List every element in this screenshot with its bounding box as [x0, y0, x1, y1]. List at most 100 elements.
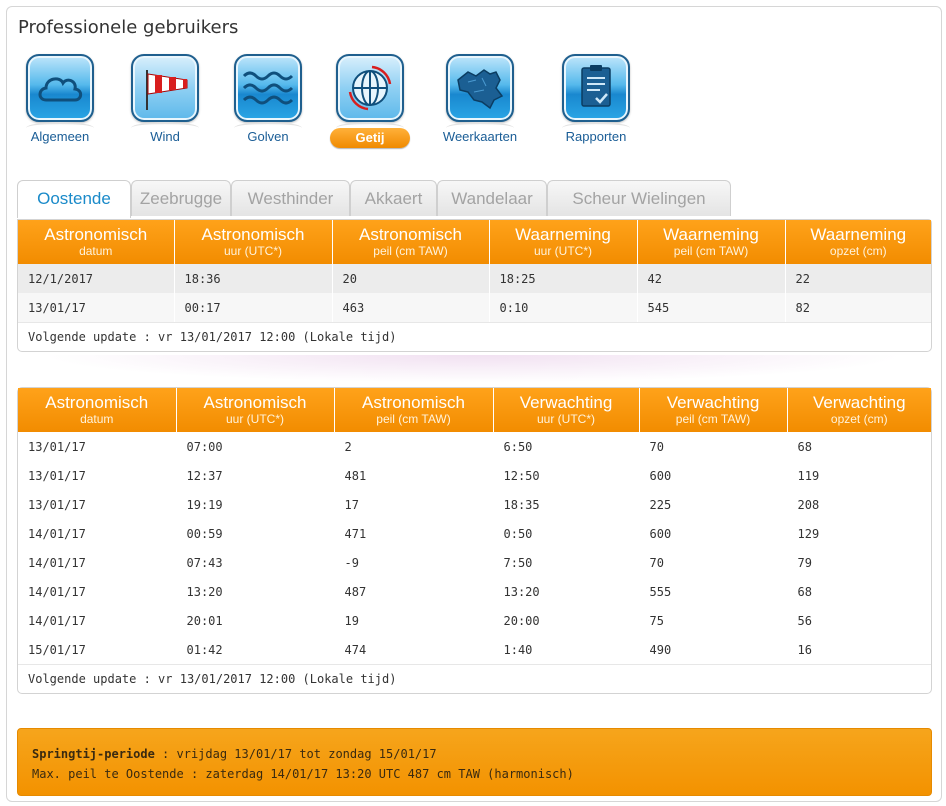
observations-table: Astronomisch datum Astronomisch uur (UTC*)… [18, 220, 931, 322]
springtide-period-line: Springtij-periode : vrijdag 13/01/17 tot… [32, 744, 931, 764]
column-header: Astronomisch datum [18, 220, 174, 264]
table-cell: 14/01/17 [28, 584, 86, 599]
column-header: Astronomisch peil (cm TAW) [333, 388, 493, 432]
springtide-label: Springtij-periode [32, 747, 155, 761]
nav-label: Rapporten [565, 129, 627, 144]
table-cell: 42 [636, 264, 785, 293]
table-row: 13/01/17 07:00 2 6:50 70 68 [18, 432, 931, 461]
tab-scheur-wielingen[interactable]: Scheur Wielingen [547, 180, 731, 216]
page-title: Professionele gebruikers [18, 17, 239, 38]
nav-item-wind[interactable]: Wind [113, 52, 217, 150]
table-row: 13/01/17 19:19 17 18:35 225 208 [18, 490, 931, 519]
nav-label: Weerkaarten [442, 129, 518, 144]
table-cell: 12/1/2017 [18, 264, 174, 293]
table-cell: 13/01/17 [28, 439, 86, 454]
tab-zeebrugge[interactable]: Zeebrugge [131, 180, 231, 216]
springtide-period: : vrijdag 13/01/17 tot zondag 15/01/17 [154, 747, 437, 761]
table-cell: 20:00 [492, 606, 639, 635]
table-cell: 75 [638, 606, 787, 635]
table-cell: 70 [638, 548, 787, 577]
section-divider [40, 355, 906, 383]
table-cell: 0:10 [488, 293, 637, 322]
category-nav: Algemeen Wind Golven Getij Weerkaarten R [0, 52, 946, 152]
column-header: Astronomisch datum [18, 388, 176, 432]
nav-item-rapporten[interactable]: Rapporten [544, 52, 648, 150]
nav-item-algemeen[interactable]: Algemeen [8, 52, 112, 150]
table-cell: -9 [333, 548, 493, 577]
tab-wandelaar[interactable]: Wandelaar [437, 180, 547, 216]
table-cell: 1:40 [492, 635, 639, 664]
nav-item-getij[interactable]: Getij [318, 52, 422, 150]
update-note: Volgende update : vr 13/01/2017 12:00 (L… [18, 322, 931, 351]
nav-item-weerkaarten[interactable]: Weerkaarten [428, 52, 532, 150]
table-cell: 13:20 [492, 577, 639, 606]
table-cell: 14/01/17 [28, 555, 86, 570]
table-cell: 56 [786, 606, 931, 635]
table-row: 14/01/17 13:20 487 13:20 555 68 [18, 577, 931, 606]
table-cell: 12:37 [175, 461, 334, 490]
table-cell: 68 [786, 577, 931, 606]
table-cell: 0:50 [492, 519, 639, 548]
table-cell: 463 [331, 293, 489, 322]
report-icon [562, 54, 630, 122]
table-row: 14/01/17 07:43 -9 7:50 70 79 [18, 548, 931, 577]
table-cell: 13/01/17 [28, 497, 86, 512]
table-cell: 19 [333, 606, 493, 635]
table-cell: 01:42 [175, 635, 334, 664]
table-cell: 129 [786, 519, 931, 548]
column-header: Astronomisch uur (UTC*) [173, 220, 332, 264]
table-row: 13/01/17 12:37 481 12:50 600 119 [18, 461, 931, 490]
column-header: Astronomisch peil (cm TAW) [331, 220, 489, 264]
table-cell: 600 [638, 461, 787, 490]
forecast-table: Astronomisch datum Astronomisch uur (UTC*)… [18, 388, 931, 664]
column-header: Astronomisch uur (UTC*) [175, 388, 334, 432]
column-header: Waarneming opzet (cm) [784, 220, 931, 264]
tab-akkaert[interactable]: Akkaert [350, 180, 437, 216]
table-cell: 16 [786, 635, 931, 664]
table-cell: 07:00 [175, 432, 334, 461]
table-cell: 490 [638, 635, 787, 664]
table-cell: 208 [786, 490, 931, 519]
table-cell: 225 [638, 490, 787, 519]
table-cell: 12:50 [492, 461, 639, 490]
forecast-panel: Astronomisch datum Astronomisch uur (UTC*)… [17, 387, 932, 694]
table-cell: 13/01/17 [18, 293, 174, 322]
table-cell: 18:36 [173, 264, 332, 293]
table-cell: 00:59 [175, 519, 334, 548]
nav-label-active: Getij [330, 128, 410, 148]
table-cell: 15/01/17 [28, 642, 86, 657]
observations-body: 12/1/2017 18:36 20 18:25 42 22 13/01/17 00:17 46… [18, 264, 931, 322]
forecast-body: 13/01/17 07:00 2 6:50 70 68 13/01/17 12:37 481 12… [18, 432, 931, 664]
table-row: 12/1/2017 18:36 20 18:25 42 22 [18, 264, 931, 293]
table-cell: 600 [638, 519, 787, 548]
table-cell: 13/01/17 [28, 468, 86, 483]
nav-label: Wind [150, 129, 180, 144]
table-cell: 545 [636, 293, 785, 322]
table-cell: 79 [786, 548, 931, 577]
update-note: Volgende update : vr 13/01/2017 12:00 (L… [18, 664, 931, 693]
table-cell: 17 [333, 490, 493, 519]
table-cell: 20:01 [175, 606, 334, 635]
table-cell: 14/01/17 [28, 613, 86, 628]
column-header: Waarneming peil (cm TAW) [636, 220, 785, 264]
tab-oostende[interactable]: Oostende [17, 180, 131, 218]
nav-label: Algemeen [30, 129, 90, 144]
table-row: 14/01/17 20:01 19 20:00 75 56 [18, 606, 931, 635]
nav-label: Golven [247, 129, 289, 144]
table-cell: 471 [333, 519, 493, 548]
table-cell: 2 [333, 432, 493, 461]
table-cell: 19:19 [175, 490, 334, 519]
table-cell: 119 [786, 461, 931, 490]
waves-icon [234, 54, 302, 122]
tab-westhinder[interactable]: Westhinder [231, 180, 350, 216]
table-cell: 555 [638, 577, 787, 606]
table-cell: 70 [638, 432, 787, 461]
table-cell: 68 [786, 432, 931, 461]
table-cell: 18:25 [488, 264, 637, 293]
table-cell: 07:43 [175, 548, 334, 577]
nav-item-golven[interactable]: Golven [216, 52, 320, 150]
table-cell: 474 [333, 635, 493, 664]
table-row: 14/01/17 00:59 471 0:50 600 129 [18, 519, 931, 548]
observations-panel: Astronomisch datum Astronomisch uur (UTC*)… [17, 219, 932, 352]
column-header: Verwachting uur (UTC*) [492, 388, 639, 432]
